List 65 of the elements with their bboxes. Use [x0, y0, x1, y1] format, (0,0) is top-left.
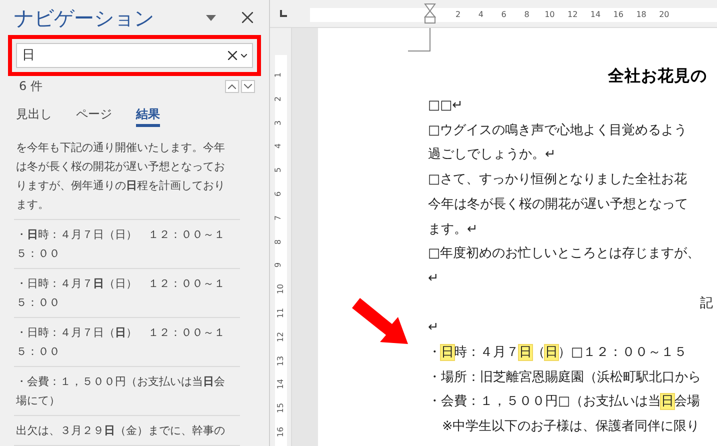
document-line: □さて、すっかり恒例となりました全社お花 [428, 171, 688, 190]
chevron-down-icon[interactable] [241, 54, 247, 58]
ruler-number: 20 [659, 9, 670, 21]
arrow-icon [352, 298, 410, 346]
ruler-number: 9 [274, 262, 284, 268]
document-line: □年度初めのお忙しいところとは存じますが、 [428, 245, 700, 264]
previous-result-button[interactable] [225, 80, 239, 92]
ruler-number: 16 [613, 9, 624, 21]
ruler-number: 14 [590, 9, 601, 21]
document-title: 全社お花見の [606, 65, 707, 87]
dropdown-icon[interactable] [206, 14, 216, 20]
ruler-number: 2 [456, 9, 461, 21]
ruler-number: 4 [478, 9, 484, 21]
document-line: ↵ [428, 319, 439, 338]
document-line: □□↵ [428, 97, 463, 115]
search-field[interactable]: 日 [16, 43, 253, 68]
document-line: ・日 時：４月７ 日（日）□１２：００～１５ [428, 344, 688, 362]
ruler-number: 16 [276, 426, 286, 438]
ruler-number: 10 [276, 284, 286, 294]
ruler-number: 8 [274, 239, 284, 244]
ruler-number: 4 [274, 144, 284, 149]
document-line: ます。↵ [428, 220, 478, 239]
clear-icon[interactable] [228, 51, 237, 60]
document-line: 過ごしでしょうか。↵ [428, 146, 556, 164]
tab-selector-icon[interactable] [280, 10, 287, 17]
chevron-up-icon [228, 84, 236, 88]
ruler-number: 13 [276, 356, 286, 366]
pane-tab[interactable]: 結果 [136, 103, 160, 127]
ruler-number: 14 [276, 379, 286, 390]
margin-corner-mark [408, 28, 431, 52]
ruler-number: 5 [274, 168, 284, 173]
document-line: ※中学生以下のお子様は、保護者同伴に限り [442, 418, 700, 436]
document-line: ・場所：旧芝離宮恩賜庭園（浜松町駅北口から [428, 368, 701, 387]
ruler-number: 10 [544, 9, 555, 21]
pane-tab[interactable]: ページ [76, 103, 112, 127]
ruler-number: 6 [501, 9, 506, 21]
close-icon[interactable] [242, 12, 253, 23]
search-result[interactable]: ・日時：４月７日（日） １２：００～１５：００ [14, 318, 240, 367]
pane-tab[interactable]: 見出し [16, 103, 52, 127]
document-line: □ウグイスの鳴き声で心地よく目覚めるよう [428, 122, 688, 140]
ruler-number: 7 [274, 215, 284, 220]
indent-marker-icon[interactable] [424, 3, 436, 25]
search-result[interactable]: を今年も下記の通り開催いたします。今年は冬が長く桜の開花が遅い予想となっておりますが、例年通りの日程を計画しております。 [14, 133, 240, 220]
search-result[interactable]: ・日時：４月７日（日） １２：００～１５：００ [14, 220, 240, 269]
ruler-number: 6 [274, 191, 284, 197]
next-result-button[interactable] [241, 80, 255, 92]
pane-title: ナビゲーション [14, 4, 155, 32]
ruler-number: 18 [636, 9, 646, 21]
ruler-number: 11 [276, 308, 286, 318]
chevron-down-icon [244, 84, 252, 88]
document-line: ↵ [428, 270, 439, 288]
result-count: 6 件 [19, 78, 44, 95]
search-result[interactable]: 出欠は、３月２９日（金）までに、幹事の [14, 416, 240, 446]
ruler-number: 3 [274, 120, 284, 126]
ruler-number: 2 [274, 96, 284, 102]
ruler-number: 1 [274, 72, 284, 78]
document-line: 今年は冬が長く桜の開花が遅い予想となって [428, 196, 688, 214]
ruler-number: 12 [276, 332, 286, 342]
document-line: ・会費：１，５００円□（お支払いは当 日 会場 [428, 393, 700, 412]
document-line: 記 [700, 294, 713, 313]
ruler-number: 12 [568, 9, 578, 21]
search-result[interactable]: ・会費：１，５００円（お支払いは当日会場にて） [14, 367, 240, 416]
search-result[interactable]: ・日時：４月７日（日） １２：００～１５：００ [14, 269, 240, 318]
ruler-number: 8 [524, 9, 530, 21]
ruler-number: 15 [276, 403, 286, 414]
